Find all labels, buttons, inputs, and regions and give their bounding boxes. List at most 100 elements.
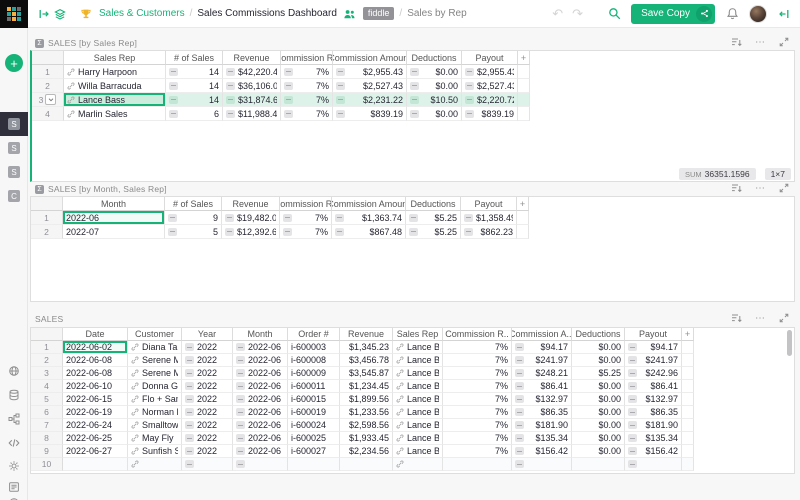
- cell-deductions[interactable]: $0.00: [572, 393, 625, 406]
- cell-customer[interactable]: May Fly: [128, 432, 182, 445]
- row-number-header[interactable]: [31, 197, 63, 211]
- undo-icon[interactable]: ↶: [552, 7, 563, 20]
- cell-deductions[interactable]: $0.00: [407, 107, 462, 121]
- cell-deductions[interactable]: [572, 458, 625, 471]
- cell-date[interactable]: 2022-06-27: [63, 445, 128, 458]
- settings-gear-icon[interactable]: [8, 459, 20, 471]
- cell-order[interactable]: i-600025: [288, 432, 340, 445]
- cell-sales-rep[interactable]: Lance Bass: [393, 393, 443, 406]
- column-header-payout[interactable]: Payout: [461, 197, 517, 211]
- save-copy-button[interactable]: Save Copy: [631, 4, 715, 24]
- filter-icon[interactable]: [731, 310, 742, 328]
- row-number[interactable]: 8: [31, 432, 63, 445]
- cell-payout[interactable]: $2,527.43: [462, 79, 518, 93]
- cell-year[interactable]: 2022: [182, 419, 233, 432]
- column-header-payout[interactable]: Payout: [625, 328, 682, 341]
- row-number[interactable]: 5: [31, 393, 63, 406]
- cell-customer[interactable]: [128, 458, 182, 471]
- cell-month[interactable]: 2022-06: [233, 354, 288, 367]
- cell-commission-r[interactable]: 7%: [443, 380, 512, 393]
- help-icon[interactable]: [8, 496, 20, 500]
- cell-deductions[interactable]: $0.00: [407, 65, 462, 79]
- cell-payout[interactable]: $2,220.72: [462, 93, 518, 107]
- cell-date[interactable]: 2022-06-02: [63, 341, 128, 354]
- cell-sales-rep[interactable]: Harry Harpoon: [64, 65, 166, 79]
- cell-month[interactable]: 2022-06: [233, 432, 288, 445]
- cell-payout[interactable]: $242.96: [625, 367, 682, 380]
- column-header-revenue[interactable]: Revenue: [340, 328, 393, 341]
- cell-year[interactable]: [182, 458, 233, 471]
- row-number[interactable]: 1: [32, 65, 64, 79]
- cell-commission-a[interactable]: $135.34: [512, 432, 572, 445]
- cell-deductions[interactable]: $0.00: [572, 432, 625, 445]
- cell-order[interactable]: i-600027: [288, 445, 340, 458]
- cell-sales-rep[interactable]: Lance Bass: [393, 406, 443, 419]
- cell-commission-r[interactable]: 7%: [443, 341, 512, 354]
- cell-revenue[interactable]: $42,220.44: [223, 65, 281, 79]
- cell-year[interactable]: 2022: [182, 380, 233, 393]
- column-header-commission-amount[interactable]: Commission Amount: [332, 197, 406, 211]
- column-header-deductions[interactable]: Deductions: [572, 328, 625, 341]
- column-header-of-sales[interactable]: # of Sales: [165, 197, 222, 211]
- sidebar-page-s[interactable]: S: [0, 136, 28, 160]
- cell-date[interactable]: 2022-06-08: [63, 354, 128, 367]
- cell-payout[interactable]: $86.41: [625, 380, 682, 393]
- cell-commission-amount[interactable]: $839.19: [333, 107, 407, 121]
- row-expand-chevron[interactable]: [45, 94, 56, 105]
- column-header-commission-amount[interactable]: Commission Amount: [333, 51, 407, 65]
- expand-widget-icon[interactable]: [779, 310, 789, 328]
- cell-commission-r[interactable]: 7%: [281, 65, 333, 79]
- cell-sales-rep[interactable]: Lance Bass: [393, 367, 443, 380]
- row-number[interactable]: 1: [31, 341, 63, 354]
- cell-revenue[interactable]: $19,482.02: [222, 211, 280, 225]
- cell-month[interactable]: 2022-07: [63, 225, 165, 239]
- cell-month[interactable]: 2022-06: [233, 419, 288, 432]
- cell-of-sales[interactable]: 14: [166, 65, 223, 79]
- cell-commission-r[interactable]: 7%: [443, 393, 512, 406]
- column-header-year[interactable]: Year: [182, 328, 233, 341]
- cell-payout[interactable]: $135.34: [625, 432, 682, 445]
- open-left-panel-icon[interactable]: [36, 6, 52, 22]
- cell-sales-rep[interactable]: Lance Bass: [393, 445, 443, 458]
- cell-year[interactable]: 2022: [182, 445, 233, 458]
- sidebar-page-s[interactable]: S: [0, 160, 28, 184]
- cell-commission-amount[interactable]: $2,955.43: [333, 65, 407, 79]
- cell-date[interactable]: 2022-06-19: [63, 406, 128, 419]
- cell-order[interactable]: i-600024: [288, 419, 340, 432]
- cell-commission-amount[interactable]: $2,527.43: [333, 79, 407, 93]
- cell-customer[interactable]: Serene M...: [128, 354, 182, 367]
- open-right-panel-icon[interactable]: [776, 6, 792, 22]
- column-header-month[interactable]: Month: [63, 197, 165, 211]
- cell-year[interactable]: 2022: [182, 367, 233, 380]
- cell-revenue[interactable]: $2,234.56: [340, 445, 393, 458]
- cell-year[interactable]: 2022: [182, 354, 233, 367]
- cell-date[interactable]: 2022-06-15: [63, 393, 128, 406]
- column-header-deductions[interactable]: Deductions: [407, 51, 462, 65]
- cell-customer[interactable]: Sunfish S...: [128, 445, 182, 458]
- row-number[interactable]: 6: [31, 406, 63, 419]
- cell-order[interactable]: i-600009: [288, 367, 340, 380]
- breadcrumb-doc-name[interactable]: Sales Commissions Dashboard: [197, 8, 337, 19]
- cell-customer[interactable]: Diana Tar...: [128, 341, 182, 354]
- cell-customer[interactable]: Serene M...: [128, 367, 182, 380]
- search-icon[interactable]: [606, 6, 622, 22]
- cell-commission-a[interactable]: [512, 458, 572, 471]
- document-tour-icon[interactable]: [8, 480, 20, 492]
- cell-deductions[interactable]: $5.25: [572, 367, 625, 380]
- row-number[interactable]: 3: [31, 367, 63, 380]
- cell-date[interactable]: 2022-06-08: [63, 367, 128, 380]
- cell-of-sales[interactable]: 14: [166, 93, 223, 107]
- column-header-commission-r[interactable]: Commission R..: [280, 197, 332, 211]
- row-number[interactable]: 4: [32, 107, 64, 121]
- cell-payout[interactable]: $132.97: [625, 393, 682, 406]
- cell-commission-amount[interactable]: $1,363.74: [332, 211, 406, 225]
- row-number[interactable]: 9: [31, 445, 63, 458]
- cell-sales-rep[interactable]: Willa Barracuda: [64, 79, 166, 93]
- cell-deductions[interactable]: $5.25: [406, 225, 461, 239]
- redo-icon[interactable]: ↷: [572, 7, 583, 20]
- cell-deductions[interactable]: $0.00: [407, 79, 462, 93]
- cell-commission-a[interactable]: $86.41: [512, 380, 572, 393]
- cell-commission-a[interactable]: $241.97: [512, 354, 572, 367]
- cell-commission-r[interactable]: 7%: [281, 79, 333, 93]
- cell-commission-a[interactable]: $86.35: [512, 406, 572, 419]
